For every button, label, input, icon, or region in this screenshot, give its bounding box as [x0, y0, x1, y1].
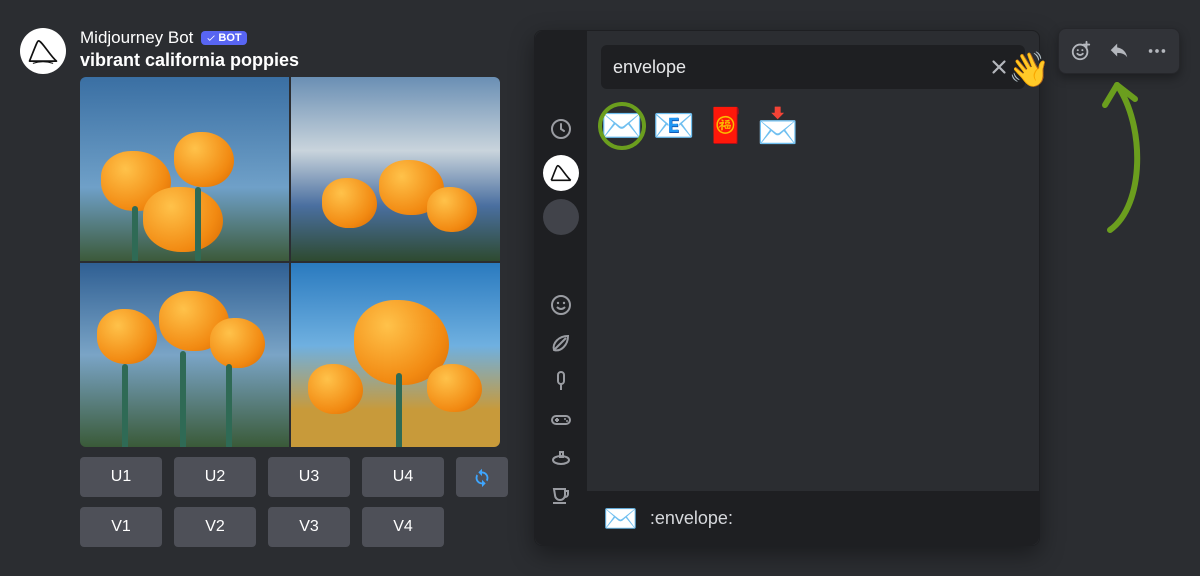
emoji-results: ✉️ 📧 🧧 📩 — [587, 97, 1039, 155]
grid-image-3[interactable] — [80, 263, 289, 447]
variation-1-button[interactable]: V1 — [80, 507, 162, 547]
upscale-1-button[interactable]: U1 — [80, 457, 162, 497]
author-row: Midjourney Bot BOT — [80, 28, 508, 48]
emoji-incoming-envelope[interactable]: 📩 — [757, 105, 799, 147]
more-button[interactable] — [1139, 33, 1175, 69]
bot-tag-text: BOT — [218, 32, 241, 44]
reroll-button[interactable] — [456, 457, 508, 497]
close-icon — [988, 56, 1010, 78]
bot-tag: BOT — [201, 31, 246, 45]
prompt-text: vibrant california poppies — [80, 50, 508, 71]
message-action-bar — [1058, 28, 1180, 74]
add-reaction-icon — [1070, 40, 1092, 62]
bot-avatar — [20, 28, 66, 74]
footer-shortcode: :envelope: — [650, 508, 733, 529]
emoji-category-activities[interactable] — [549, 407, 573, 431]
emoji-category-travel[interactable] — [549, 445, 573, 469]
image-grid[interactable] — [80, 77, 500, 447]
midjourney-icon — [548, 160, 574, 186]
grid-image-1[interactable] — [80, 77, 289, 261]
gamepad-icon — [549, 407, 573, 431]
cup-icon — [549, 483, 573, 507]
emoji-category-objects[interactable] — [549, 483, 573, 507]
clock-icon — [549, 117, 573, 141]
more-icon — [1146, 40, 1168, 62]
leaf-icon — [549, 331, 573, 355]
upscale-2-button[interactable]: U2 — [174, 457, 256, 497]
quick-reaction-wave[interactable]: 👋 — [1008, 50, 1050, 90]
upscale-3-button[interactable]: U3 — [268, 457, 350, 497]
author-name: Midjourney Bot — [80, 28, 193, 48]
emoji-search — [601, 45, 1025, 89]
emoji-category-nature[interactable] — [549, 331, 573, 355]
action-button-rows: U1 U2 U3 U4 V1 V2 V3 V4 — [80, 457, 508, 547]
smile-icon — [549, 293, 573, 317]
reply-icon — [1108, 40, 1130, 62]
emoji-email[interactable]: 📧 — [653, 105, 695, 147]
submarine-icon — [549, 445, 573, 469]
emoji-picker: ✉️ 📧 🧧 📩 ✉️ :envelope: — [534, 30, 1040, 546]
reply-button[interactable] — [1101, 33, 1137, 69]
emoji-picker-sidebar — [535, 31, 587, 545]
emoji-category-people[interactable] — [549, 293, 573, 317]
variation-3-button[interactable]: V3 — [268, 507, 350, 547]
emoji-red-envelope[interactable]: 🧧 — [705, 105, 747, 147]
grid-image-4[interactable] — [291, 263, 500, 447]
emoji-tab-server-midjourney[interactable] — [543, 155, 579, 191]
add-reaction-button[interactable] — [1063, 33, 1099, 69]
variation-4-button[interactable]: V4 — [362, 507, 444, 547]
emoji-envelope[interactable]: ✉️ — [601, 105, 643, 147]
emoji-category-food[interactable] — [549, 369, 573, 393]
emoji-search-input[interactable] — [613, 57, 975, 78]
annotation-arrow — [1075, 65, 1195, 235]
footer-preview-emoji: ✉️ — [603, 502, 638, 535]
emoji-tab-server-other[interactable] — [543, 199, 579, 235]
emoji-picker-footer: ✉️ :envelope: — [587, 491, 1039, 545]
upscale-4-button[interactable]: U4 — [362, 457, 444, 497]
popsicle-icon — [549, 369, 573, 393]
message: Midjourney Bot BOT vibrant california po… — [20, 28, 508, 547]
emoji-tab-recent[interactable] — [543, 111, 579, 147]
refresh-icon — [471, 466, 493, 488]
grid-image-2[interactable] — [291, 77, 500, 261]
variation-2-button[interactable]: V2 — [174, 507, 256, 547]
